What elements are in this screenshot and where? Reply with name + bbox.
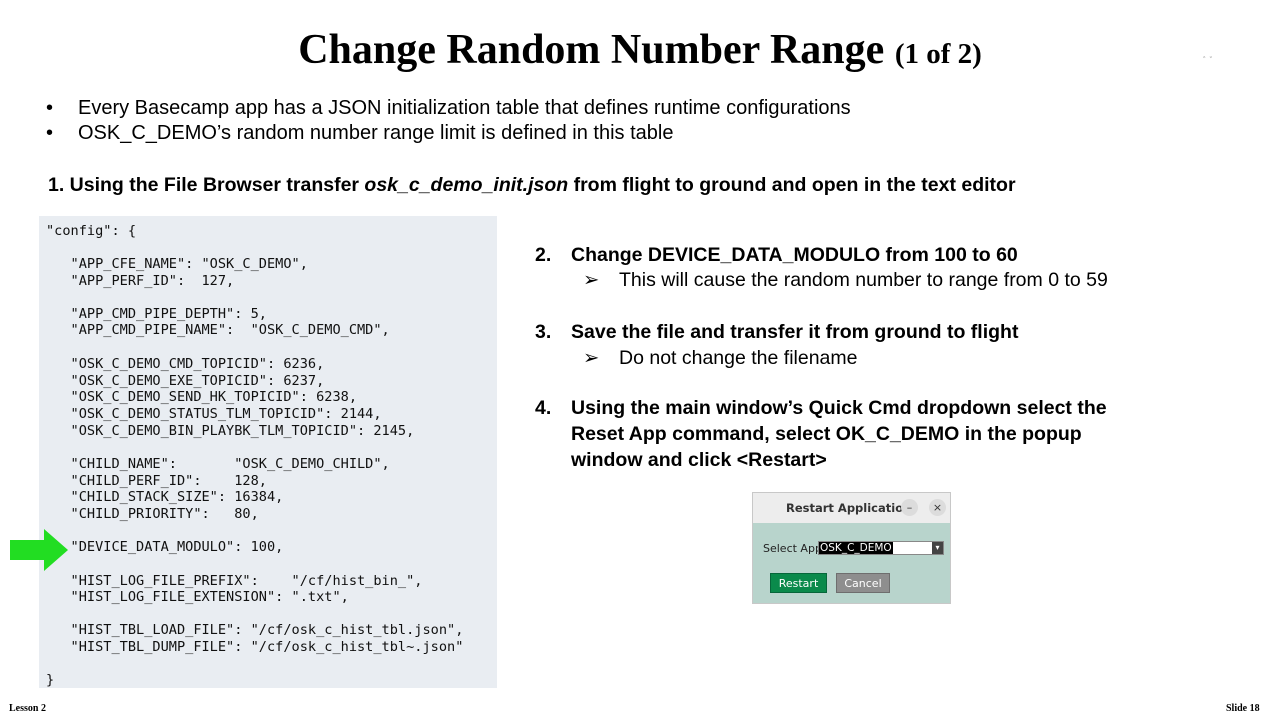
code-line: }: [46, 672, 55, 688]
code-line: "APP_PERF_ID": 127,: [46, 273, 235, 289]
step-1: 1. Using the File Browser transfer osk_c…: [48, 174, 1016, 197]
sub-step-text: This will cause the random number to ran…: [619, 269, 1108, 291]
slide-title-sub: (1 of 2): [894, 38, 982, 70]
restart-application-dialog: Restart Application – × Select App OSK_C…: [752, 492, 951, 604]
step-1-suffix: from flight to ground and open in the te…: [568, 174, 1016, 196]
step-text: Save the file and transfer it from groun…: [571, 321, 1019, 343]
code-line: "CHILD_NAME": "OSK_C_DEMO_CHILD",: [46, 456, 390, 472]
select-app-dropdown[interactable]: OSK_C_DEMO ▾: [818, 541, 944, 555]
code-line: "HIST_LOG_FILE_EXTENSION": ".txt",: [46, 589, 349, 605]
chevron-icon: ➢: [583, 347, 600, 369]
code-line: "CHILD_STACK_SIZE": 16384,: [46, 489, 284, 505]
bullet-list: • Every Basecamp app has a JSON initiali…: [46, 96, 851, 146]
slide-title-main: Change Random Number Range: [298, 27, 885, 73]
corner-mark: ﾞ ﾞ: [1203, 57, 1215, 67]
step-text-line: Using the main window’s Quick Cmd dropdo…: [571, 397, 1107, 419]
pointer-arrow-icon: [10, 529, 68, 571]
bullet-symbol: •: [46, 97, 54, 119]
minimize-icon[interactable]: –: [901, 499, 918, 516]
step-text-line: window and click <Restart>: [571, 449, 827, 471]
code-line: "APP_CFE_NAME": "OSK_C_DEMO",: [46, 256, 308, 272]
bullet-symbol: •: [46, 122, 54, 144]
sub-step: ➢ This will cause the random number to ra…: [583, 268, 1108, 292]
code-line: "OSK_C_DEMO_CMD_TOPICID": 6236,: [46, 356, 325, 372]
code-line: "OSK_C_DEMO_EXE_TOPICID": 6237,: [46, 373, 325, 389]
chevron-down-icon[interactable]: ▾: [932, 542, 943, 554]
code-line: "HIST_TBL_LOAD_FILE": "/cf/osk_c_hist_tb…: [46, 622, 464, 638]
selected-app-value: OSK_C_DEMO: [819, 542, 893, 554]
chevron-icon: ➢: [583, 269, 600, 291]
code-line: "APP_CMD_PIPE_DEPTH": 5,: [46, 306, 267, 322]
step-text: Change DEVICE_DATA_MODULO from 100 to 60: [571, 244, 1018, 266]
slide-title: Change Random Number Range (1 of 2): [0, 26, 1280, 74]
code-line: "HIST_TBL_DUMP_FILE": "/cf/osk_c_hist_tb…: [46, 639, 464, 655]
step-1-prefix: 1. Using the File Browser transfer: [48, 174, 365, 196]
code-line: "CHILD_PRIORITY": 80,: [46, 506, 259, 522]
footer-lesson: Lesson 2: [9, 703, 46, 714]
step-number: 2.: [535, 244, 552, 266]
code-line: "OSK_C_DEMO_BIN_PLAYBK_TLM_TOPICID": 214…: [46, 423, 415, 439]
json-code-panel: "config": { "APP_CFE_NAME": "OSK_C_DEMO"…: [39, 216, 497, 688]
dialog-title: Restart Application: [786, 501, 912, 515]
step-1-filename: osk_c_demo_init.json: [364, 174, 569, 196]
restart-button[interactable]: Restart: [770, 573, 827, 593]
bullet-item: • OSK_C_DEMO’s random number range limit…: [46, 121, 851, 146]
bullet-text: Every Basecamp app has a JSON initializa…: [78, 97, 851, 119]
code-line: "APP_CMD_PIPE_NAME": "OSK_C_DEMO_CMD",: [46, 322, 390, 338]
sub-step: ➢ Do not change the filename: [583, 346, 858, 370]
code-line: "config": {: [46, 223, 137, 239]
code-line: "HIST_LOG_FILE_PREFIX": "/cf/hist_bin_",: [46, 573, 423, 589]
bullet-text: OSK_C_DEMO’s random number range limit i…: [78, 122, 674, 144]
step-number: 4.: [535, 397, 552, 419]
dialog-title-bar: Restart Application – ×: [753, 493, 950, 523]
step-text-line: Reset App command, select OK_C_DEMO in t…: [571, 423, 1082, 445]
code-line: "OSK_C_DEMO_SEND_HK_TOPICID": 6238,: [46, 389, 357, 405]
close-icon[interactable]: ×: [929, 499, 946, 516]
code-line: "CHILD_PERF_ID": 128,: [46, 473, 267, 489]
bullet-item: • Every Basecamp app has a JSON initiali…: [46, 96, 851, 121]
code-line: "OSK_C_DEMO_STATUS_TLM_TOPICID": 2144,: [46, 406, 382, 422]
sub-step-text: Do not change the filename: [619, 347, 858, 369]
cancel-button[interactable]: Cancel: [836, 573, 890, 593]
code-line-highlighted: "DEVICE_DATA_MODULO": 100,: [46, 539, 284, 555]
footer-slide-number: Slide 18: [1226, 703, 1260, 714]
step-number: 3.: [535, 321, 552, 343]
select-app-label: Select App: [763, 542, 822, 555]
